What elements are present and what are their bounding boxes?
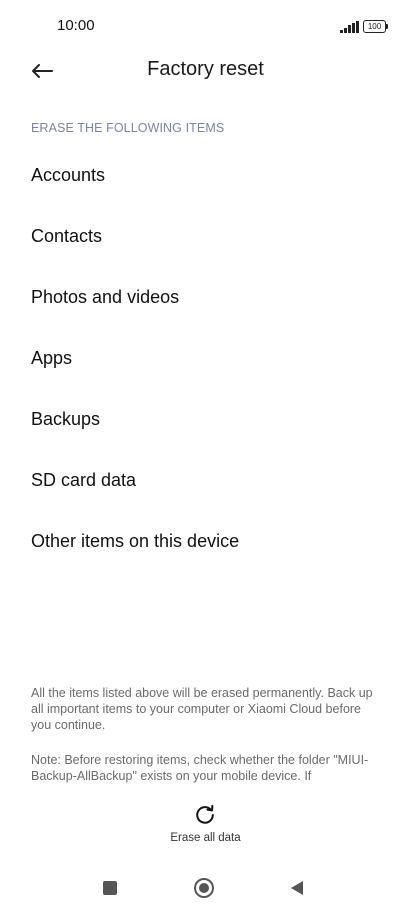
- restore-note-text: Note: Before restoring items, check whet…: [31, 753, 369, 783]
- section-header: ERASE THE FOLLOWING ITEMS: [31, 121, 225, 135]
- factory-reset-screen: 10:00 100 Factory reset ERASE THE FOLLOW…: [0, 0, 411, 914]
- erase-all-data-label: Erase all data: [170, 832, 241, 844]
- signal-icon: [340, 21, 360, 33]
- status-time: 10:00: [57, 17, 95, 34]
- recents-icon: [103, 881, 117, 895]
- erase-items-list: Accounts Contacts Photos and videos Apps…: [0, 145, 411, 572]
- navigation-bar: [0, 866, 411, 910]
- home-button[interactable]: [192, 876, 216, 900]
- nav-back-button[interactable]: [285, 876, 309, 900]
- list-item-photos-videos[interactable]: Photos and videos: [0, 267, 411, 328]
- list-item-accounts[interactable]: Accounts: [0, 145, 411, 206]
- battery-icon: 100: [363, 20, 388, 33]
- recents-button[interactable]: [98, 876, 122, 900]
- refresh-icon: [196, 804, 214, 824]
- list-item-sd-card-data[interactable]: SD card data: [0, 450, 411, 511]
- erase-all-data-button[interactable]: Erase all data: [150, 802, 261, 848]
- list-item-backups[interactable]: Backups: [0, 389, 411, 450]
- page-title: Factory reset: [147, 58, 264, 80]
- list-item-other-items[interactable]: Other items on this device: [0, 511, 411, 572]
- erase-warning-text: All the items listed above will be erase…: [31, 686, 373, 732]
- battery-level: 100: [367, 22, 382, 31]
- list-item-contacts[interactable]: Contacts: [0, 206, 411, 267]
- back-icon: [291, 881, 303, 895]
- list-item-apps[interactable]: Apps: [0, 328, 411, 389]
- status-bar: 10:00 100: [0, 0, 411, 50]
- home-icon: [194, 878, 214, 898]
